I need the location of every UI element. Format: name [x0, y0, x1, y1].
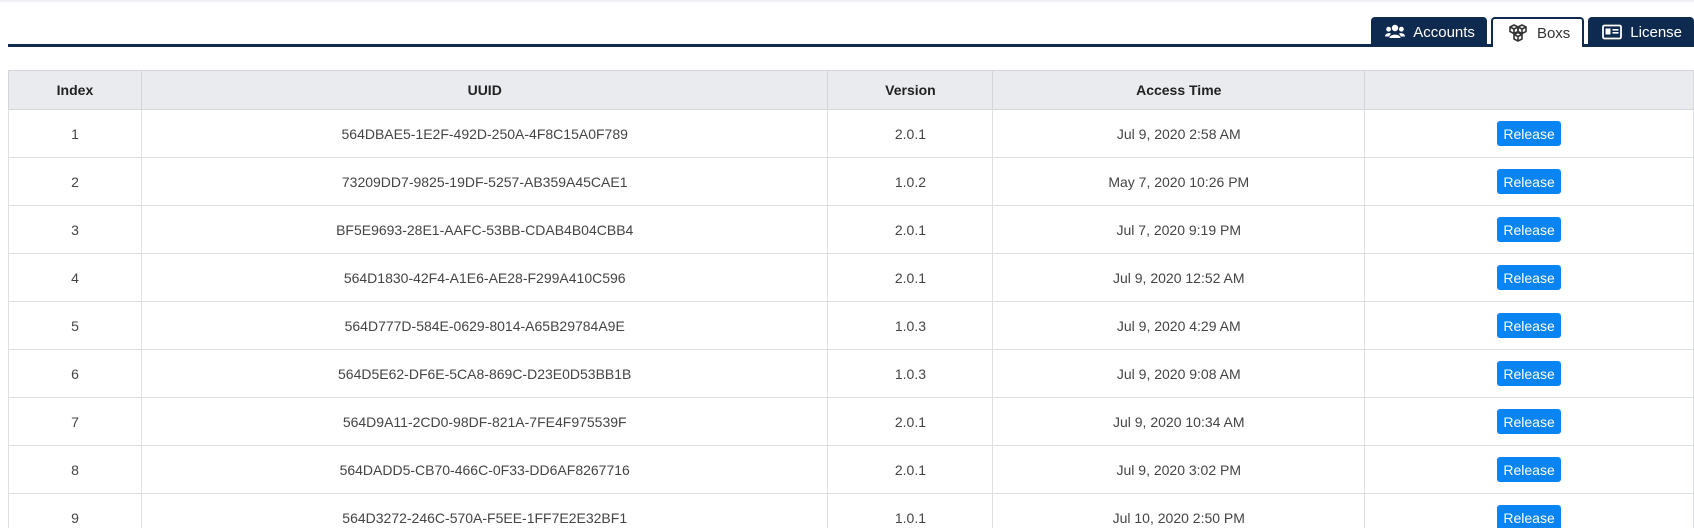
tab-accounts[interactable]: Accounts [1371, 17, 1487, 47]
cell-version: 1.0.1 [827, 493, 994, 528]
cell-version: 2.0.1 [827, 397, 994, 446]
tab-bar: Accounts Boxs License [8, 17, 1694, 47]
release-button[interactable]: Release [1497, 217, 1561, 242]
table-row: 8 564DADD5-CB70-466C-0F33-DD6AF8267716 2… [8, 445, 1694, 494]
table-row: 4 564D1830-42F4-A1E6-AE28-F299A410C596 2… [8, 253, 1694, 302]
tab-boxs-label: Boxs [1536, 24, 1571, 42]
cell-version: 1.0.3 [827, 301, 994, 350]
users-icon [1385, 24, 1406, 40]
release-button[interactable]: Release [1497, 265, 1561, 290]
cell-index: 9 [8, 493, 142, 528]
cell-action: Release [1364, 253, 1694, 302]
cell-action: Release [1364, 445, 1694, 494]
cell-access-time: Jul 9, 2020 4:29 AM [992, 301, 1366, 350]
cell-uuid: 564DBAE5-1E2F-492D-250A-4F8C15A0F789 [140, 109, 829, 158]
cell-uuid: 564D1830-42F4-A1E6-AE28-F299A410C596 [140, 253, 829, 302]
header-actions [1364, 70, 1694, 110]
table-row: 9 564D3272-246C-570A-F5EE-1FF7E2E32BF1 1… [8, 493, 1694, 528]
cell-version: 1.0.2 [827, 157, 994, 206]
cell-index: 3 [8, 205, 142, 254]
cell-index: 5 [8, 301, 142, 350]
release-button[interactable]: Release [1497, 121, 1561, 146]
cell-version: 2.0.1 [827, 109, 994, 158]
cell-action: Release [1364, 397, 1694, 446]
cell-uuid: 564DADD5-CB70-466C-0F33-DD6AF8267716 [140, 445, 829, 494]
cell-index: 7 [8, 397, 142, 446]
tab-accounts-label: Accounts [1413, 23, 1475, 41]
cell-action: Release [1364, 301, 1694, 350]
release-button[interactable]: Release [1497, 169, 1561, 194]
top-border [0, 0, 1694, 2]
release-button[interactable]: Release [1497, 313, 1561, 338]
table-row: 5 564D777D-584E-0629-8014-A65B29784A9E 1… [8, 301, 1694, 350]
cell-uuid: 564D9A11-2CD0-98DF-821A-7FE4F975539F [140, 397, 829, 446]
cell-uuid: BF5E9693-28E1-AAFC-53BB-CDAB4B04CBB4 [140, 205, 829, 254]
release-button[interactable]: Release [1497, 409, 1561, 434]
cell-action: Release [1364, 109, 1694, 158]
header-uuid: UUID [140, 70, 829, 110]
table-row: 7 564D9A11-2CD0-98DF-821A-7FE4F975539F 2… [8, 397, 1694, 446]
cell-version: 2.0.1 [827, 205, 994, 254]
cell-access-time: Jul 9, 2020 2:58 AM [992, 109, 1366, 158]
table-row: 2 73209DD7-9825-19DF-5257-AB359A45CAE1 1… [8, 157, 1694, 206]
cell-action: Release [1364, 349, 1694, 398]
header-access-time: Access Time [992, 70, 1366, 110]
cell-uuid: 73209DD7-9825-19DF-5257-AB359A45CAE1 [140, 157, 829, 206]
cell-access-time: Jul 9, 2020 12:52 AM [992, 253, 1366, 302]
cell-access-time: Jul 7, 2020 9:19 PM [992, 205, 1366, 254]
page: Accounts Boxs License Index UUID Version… [0, 0, 1694, 528]
cell-uuid: 564D5E62-DF6E-5CA8-869C-D23E0D53BB1B [140, 349, 829, 398]
header-version: Version [827, 70, 994, 110]
cell-access-time: Jul 9, 2020 10:34 AM [992, 397, 1366, 446]
cell-version: 2.0.1 [827, 253, 994, 302]
cell-uuid: 564D777D-584E-0629-8014-A65B29784A9E [140, 301, 829, 350]
cell-index: 8 [8, 445, 142, 494]
cell-index: 2 [8, 157, 142, 206]
header-index: Index [8, 70, 142, 110]
cell-action: Release [1364, 205, 1694, 254]
release-button[interactable]: Release [1497, 505, 1561, 528]
cell-access-time: Jul 10, 2020 2:50 PM [992, 493, 1366, 528]
cell-access-time: Jul 9, 2020 3:02 PM [992, 445, 1366, 494]
release-button[interactable]: Release [1497, 361, 1561, 386]
table-header-row: Index UUID Version Access Time [8, 70, 1694, 110]
cubes-icon [1507, 24, 1529, 42]
table-row: 3 BF5E9693-28E1-AAFC-53BB-CDAB4B04CBB4 2… [8, 205, 1694, 254]
tab-list: Accounts Boxs License [1371, 17, 1694, 47]
tab-license-label: License [1630, 23, 1682, 41]
cell-action: Release [1364, 493, 1694, 528]
cell-access-time: Jul 9, 2020 9:08 AM [992, 349, 1366, 398]
boxes-table: Index UUID Version Access Time 1 564DBAE… [8, 70, 1694, 528]
cell-action: Release [1364, 157, 1694, 206]
id-card-icon [1602, 24, 1623, 40]
table-row: 1 564DBAE5-1E2F-492D-250A-4F8C15A0F789 2… [8, 109, 1694, 158]
cell-index: 6 [8, 349, 142, 398]
cell-access-time: May 7, 2020 10:26 PM [992, 157, 1366, 206]
cell-version: 2.0.1 [827, 445, 994, 494]
cell-index: 4 [8, 253, 142, 302]
table-row: 6 564D5E62-DF6E-5CA8-869C-D23E0D53BB1B 1… [8, 349, 1694, 398]
cell-uuid: 564D3272-246C-570A-F5EE-1FF7E2E32BF1 [140, 493, 829, 528]
tab-license[interactable]: License [1588, 17, 1694, 47]
tab-boxs[interactable]: Boxs [1490, 17, 1585, 47]
cell-version: 1.0.3 [827, 349, 994, 398]
cell-index: 1 [8, 109, 142, 158]
release-button[interactable]: Release [1497, 457, 1561, 482]
